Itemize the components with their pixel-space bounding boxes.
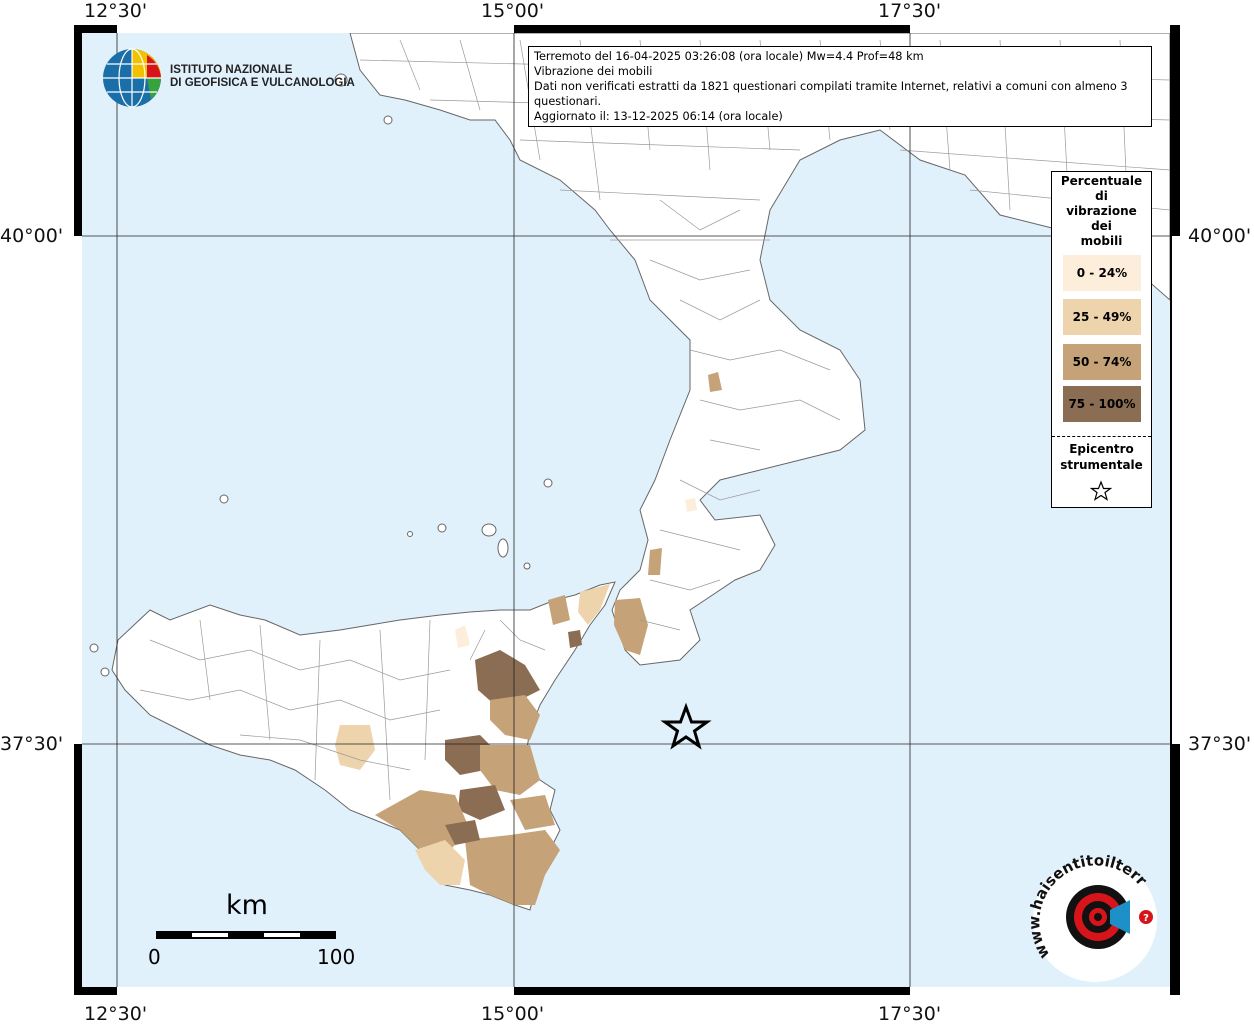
lon-tick-bottom-1: 12°30' <box>84 1003 148 1025</box>
update-time: Aggiornato il: 13-12-2025 06:14 (ora loc… <box>534 110 783 123</box>
lat-tick-left-2: 37°30' <box>0 733 64 755</box>
lon-tick-bottom-2: 15°00' <box>481 1003 545 1025</box>
svg-text:?: ? <box>1143 913 1149 924</box>
island <box>543 478 553 488</box>
lat-tick-right-1: 40°00' <box>1188 225 1252 247</box>
parameter-title: Vibrazione dei mobili <box>534 65 653 78</box>
epicenter-legend-label: Epicentro strumentale <box>1060 442 1143 472</box>
event-title: Terremoto del 16-04-2025 03:26:08 (ora l… <box>534 50 924 63</box>
legend-title: Percentuale di vibrazione dei mobili <box>1060 174 1143 248</box>
scale-min: 0 <box>148 945 161 969</box>
lat-tick-left-1: 40°00' <box>0 225 64 247</box>
legend-class-3: 50 - 74% <box>1063 344 1141 380</box>
ingv-globe-icon <box>103 48 161 108</box>
island <box>100 667 110 677</box>
island <box>89 643 99 653</box>
scale-max: 100 <box>317 945 356 969</box>
ingv-name: ISTITUTO NAZIONALE DI GEOFISICA E VULCAN… <box>170 64 355 89</box>
event-info-box: Terremoto del 16-04-2025 03:26:08 (ora l… <box>528 46 1152 127</box>
legend-class-1: 0 - 24% <box>1063 255 1141 291</box>
lon-tick-top-2: 15°00' <box>481 0 545 22</box>
legend-class-2: 25 - 49% <box>1063 299 1141 335</box>
legend: Percentuale di vibrazione dei mobili 0 -… <box>1051 171 1152 508</box>
lon-tick-top-1: 12°30' <box>84 0 148 22</box>
lon-tick-bottom-3: 17°30' <box>878 1003 942 1025</box>
haisentito-logo-icon: ? www.haisentitoilterremoto.it <box>1030 855 1157 982</box>
island <box>481 523 497 537</box>
lon-tick-top-3: 17°30' <box>878 0 942 22</box>
legend-separator <box>1052 436 1151 437</box>
legend-class-4: 75 - 100% <box>1063 386 1141 422</box>
island <box>497 538 509 558</box>
island <box>437 523 447 533</box>
lat-tick-right-2: 37°30' <box>1188 733 1252 755</box>
scale-bar <box>156 931 336 939</box>
island <box>407 531 413 537</box>
island <box>383 115 393 125</box>
scale-unit: km <box>226 890 268 921</box>
island <box>219 494 229 504</box>
island <box>523 562 531 570</box>
epicenter-legend-star-icon <box>1090 480 1112 501</box>
data-note: Dati non verificati estratti da 1821 que… <box>534 80 1128 108</box>
